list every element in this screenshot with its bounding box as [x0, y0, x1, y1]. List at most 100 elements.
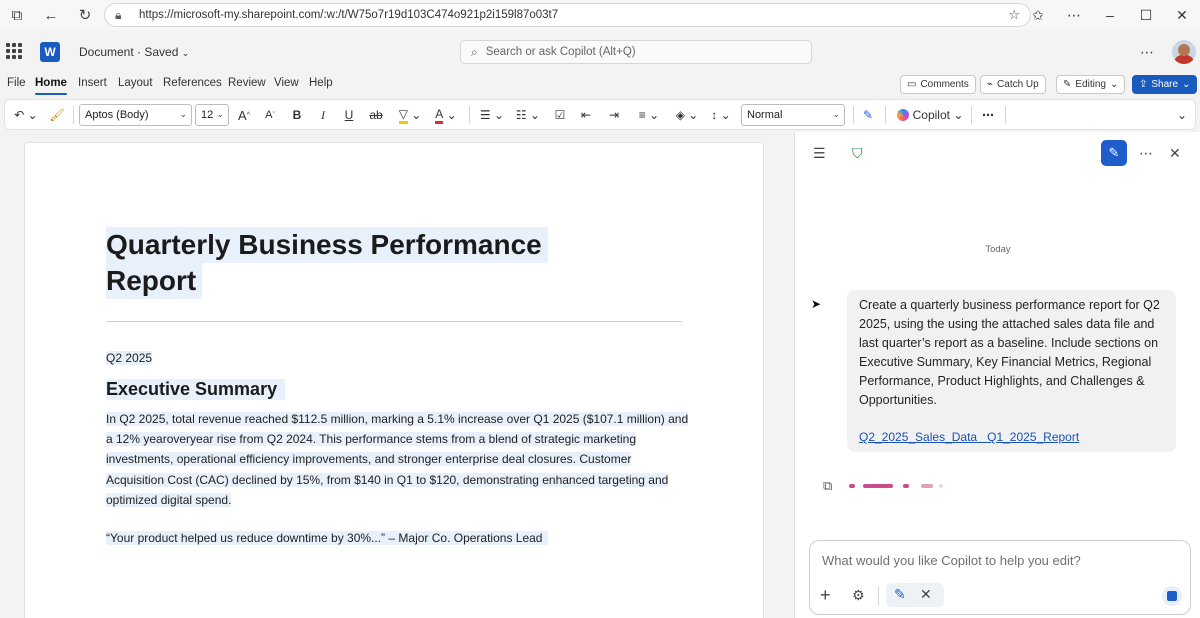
- bullets-icon[interactable]: ☰ ⌄: [477, 105, 507, 125]
- highlight-color-icon[interactable]: ▽ ⌄: [395, 105, 425, 125]
- edit-mode-chip[interactable]: ✎ ✕: [886, 583, 944, 607]
- catch-up-icon: ⌁: [987, 79, 994, 90]
- undo-icon[interactable]: ↶ ⌄: [11, 105, 41, 125]
- copilot-loading-icon: ⧉: [823, 478, 833, 493]
- shield-check-icon[interactable]: ⛉: [852, 145, 863, 162]
- tab-insert[interactable]: Insert: [78, 77, 107, 89]
- refresh-icon[interactable]: ↻: [68, 0, 102, 30]
- share-icon: ⇪: [1139, 79, 1148, 90]
- mouse-pointer-icon: ➤: [811, 297, 822, 311]
- summary-paragraph[interactable]: In Q2 2025, total revenue reached $112.5…: [106, 409, 696, 510]
- back-arrow-icon[interactable]: ←: [34, 0, 68, 30]
- browser-menu-icon[interactable]: ⋯: [1056, 7, 1092, 24]
- chat-placeholder: What would you like Copilot to help you …: [822, 553, 1081, 568]
- remove-edit-mode-icon[interactable]: ✕: [920, 586, 932, 603]
- decrease-indent-icon[interactable]: ⇤: [577, 105, 595, 125]
- strikethrough-icon[interactable]: ab: [367, 105, 385, 125]
- underline-icon[interactable]: U: [341, 105, 357, 125]
- search-placeholder: Search or ask Copilot (Alt+Q): [485, 46, 636, 58]
- add-attachment-icon[interactable]: +: [820, 585, 831, 606]
- word-logo-icon[interactable]: W: [40, 42, 60, 62]
- document-title[interactable]: Document · Saved ⌄: [79, 45, 189, 59]
- search-input[interactable]: ⌕ Search or ask Copilot (Alt+Q): [460, 40, 812, 64]
- editor-pen-icon[interactable]: ✎: [859, 105, 877, 125]
- section-heading[interactable]: Executive Summary: [106, 379, 286, 400]
- compose-icon: ✎: [1108, 145, 1120, 160]
- align-icon[interactable]: ≡ ⌄: [633, 105, 665, 125]
- share-button[interactable]: ⇪ Share ⌄: [1132, 75, 1198, 94]
- pencil-icon: ✎: [1063, 79, 1072, 90]
- stop-icon: [1167, 591, 1177, 601]
- copilot-button[interactable]: Copilot ⌄: [895, 105, 965, 125]
- copilot-loading-indicator: ⧉: [823, 478, 973, 494]
- font-family-select[interactable]: Aptos (Body) ⌄: [79, 104, 192, 126]
- grow-font-icon[interactable]: A ^: [235, 105, 253, 125]
- site-info-icon[interactable]: 🔒︎: [115, 8, 131, 23]
- history-menu-icon[interactable]: ☰: [813, 145, 826, 162]
- app-header: W Document · Saved ⌄ ⌕ Search or ask Cop…: [0, 34, 1200, 70]
- close-window-icon[interactable]: ✕: [1164, 7, 1200, 24]
- tab-home[interactable]: Home: [35, 77, 67, 95]
- style-select[interactable]: Normal ⌄: [741, 104, 845, 126]
- address-bar[interactable]: 🔒︎ https://microsoft-my.sharepoint.com/:…: [104, 3, 1031, 27]
- attachment-sales-data[interactable]: Q2_2025_Sales_Data: [859, 430, 977, 444]
- favorite-star-icon[interactable]: ☆: [1008, 7, 1020, 23]
- url-text: https://microsoft-my.sharepoint.com/:w:/…: [139, 9, 559, 21]
- catch-up-button[interactable]: ⌁ Catch Up: [980, 75, 1046, 94]
- shrink-font-icon[interactable]: Aˇ: [261, 105, 279, 125]
- tab-actions-icon[interactable]: ⧉: [0, 0, 34, 30]
- edit-pen-icon: ✎: [894, 586, 906, 602]
- tab-help[interactable]: Help: [309, 77, 333, 89]
- close-icon[interactable]: ✕: [1169, 145, 1181, 162]
- favorites-icon[interactable]: ✩: [1020, 7, 1056, 24]
- customer-quote[interactable]: “Your product helped us reduce downtime …: [106, 531, 549, 545]
- line-spacing-icon[interactable]: ↕ ⌄: [705, 105, 737, 125]
- format-painter-icon[interactable]: 🖌︎: [49, 105, 65, 125]
- tab-view[interactable]: View: [274, 77, 299, 89]
- document-page[interactable]: Quarterly Business Performance Report Q2…: [24, 142, 764, 618]
- attachment-links: Q2_2025_Sales_Data Q1_2025_Report: [859, 428, 1079, 447]
- ribbon-tabs: File Home Insert Layout References Revie…: [0, 70, 1200, 98]
- formatting-toolbar: ↶ ⌄ 🖌︎ Aptos (Body) ⌄ 12 ⌄ A ^ Aˇ B I U ab …: [4, 99, 1196, 130]
- title-divider: [106, 321, 682, 322]
- minimize-icon[interactable]: –: [1092, 7, 1128, 23]
- chevron-down-icon: ⌄: [1182, 79, 1191, 90]
- attachment-q1-report[interactable]: Q1_2025_Report: [987, 430, 1079, 444]
- user-prompt-bubble: Create a quarterly business performance …: [847, 290, 1176, 452]
- copilot-chat-input[interactable]: What would you like Copilot to help you …: [809, 540, 1191, 615]
- tab-file[interactable]: File: [7, 77, 26, 89]
- prompt-text: Create a quarterly business performance …: [859, 298, 1160, 407]
- bold-icon[interactable]: B: [289, 105, 305, 125]
- browser-toolbar: ⧉ ← ↻ 🔒︎ https://microsoft-my.sharepoint…: [0, 0, 1200, 30]
- font-color-icon[interactable]: A ⌄: [431, 105, 461, 125]
- ribbon-collapse-icon[interactable]: ⌄: [1173, 105, 1191, 125]
- increase-indent-icon[interactable]: ⇥: [605, 105, 623, 125]
- copilot-logo-icon: [896, 109, 909, 121]
- tab-references[interactable]: References: [163, 77, 222, 89]
- new-chat-button[interactable]: ✎: [1101, 140, 1127, 166]
- more-tools-icon[interactable]: ⋯: [979, 105, 997, 125]
- italic-icon[interactable]: I: [315, 105, 331, 125]
- chevron-down-icon: ⌄: [1109, 79, 1119, 90]
- avatar[interactable]: [1172, 40, 1196, 64]
- pane-more-icon[interactable]: ⋯: [1139, 145, 1153, 162]
- more-options-icon[interactable]: ⋯: [1140, 44, 1154, 61]
- date-separator: Today: [985, 244, 1011, 255]
- document-canvas: Quarterly Business Performance Report Q2…: [0, 132, 790, 618]
- shading-icon[interactable]: ◈ ⌄: [671, 105, 703, 125]
- tab-layout[interactable]: Layout: [118, 77, 153, 89]
- checklist-icon[interactable]: ☑: [551, 105, 569, 125]
- report-date[interactable]: Q2 2025: [106, 351, 153, 365]
- document-title-heading[interactable]: Quarterly Business Performance Report: [106, 227, 548, 299]
- font-size-select[interactable]: 12 ⌄: [195, 104, 229, 126]
- tab-review[interactable]: Review: [228, 77, 266, 89]
- maximize-icon[interactable]: ☐: [1128, 7, 1164, 24]
- editing-mode-button[interactable]: ✎ Editing ⌄: [1056, 75, 1126, 94]
- app-launcher-icon[interactable]: [6, 43, 22, 59]
- comments-button[interactable]: ▭ Comments: [900, 75, 976, 94]
- comment-icon: ▭: [907, 79, 917, 90]
- settings-sliders-icon[interactable]: ⚙: [852, 587, 865, 604]
- stop-generating-button[interactable]: [1162, 586, 1182, 606]
- copilot-pane: ☰ ⛉ ✎ ⋯ ✕ Today ➤ Create a quarterly bus…: [794, 132, 1200, 618]
- numbering-icon[interactable]: ☷ ⌄: [513, 105, 543, 125]
